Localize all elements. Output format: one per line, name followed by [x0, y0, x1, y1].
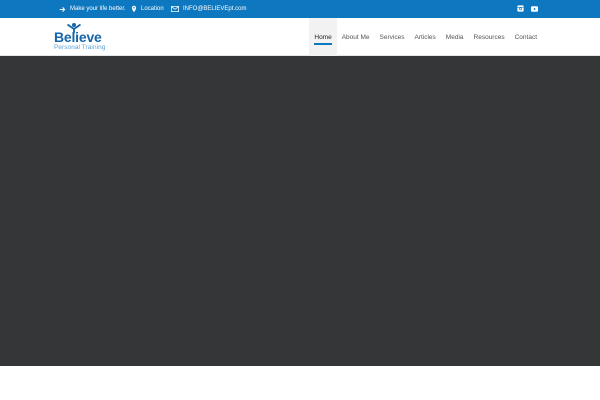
nav-about-me[interactable]: About Me [337, 18, 375, 56]
envelope-icon [171, 6, 179, 12]
instagram-icon[interactable] [516, 4, 525, 13]
main-nav: Home About Me Services Articles Media Re… [309, 18, 542, 56]
site-header: Believe Personal Training Home About Me … [0, 18, 600, 56]
logo-wordmark: Believe [54, 29, 102, 45]
tagline-text: Make your life better. [70, 6, 126, 12]
tagline: Make your life better. [59, 0, 126, 18]
map-pin-icon [131, 5, 137, 13]
email-text: INFO@BELIEVEpt.com [183, 6, 247, 12]
top-bar: Make your life better. Location INFO@BEL… [0, 0, 600, 18]
nav-articles[interactable]: Articles [409, 18, 440, 56]
hero-banner [0, 56, 600, 366]
nav-home[interactable]: Home [309, 18, 337, 56]
nav-services[interactable]: Services [375, 18, 410, 56]
location-text: Location [141, 6, 164, 12]
logo[interactable]: Believe Personal Training [54, 20, 108, 54]
email-link[interactable]: INFO@BELIEVEpt.com [171, 0, 246, 18]
logo-tagline: Personal Training [54, 44, 106, 51]
arrow-right-icon [59, 6, 66, 13]
youtube-icon[interactable] [530, 4, 539, 13]
nav-resources[interactable]: Resources [469, 18, 510, 56]
nav-media[interactable]: Media [441, 18, 469, 56]
nav-contact[interactable]: Contact [510, 18, 542, 56]
location-link[interactable]: Location [131, 0, 164, 18]
